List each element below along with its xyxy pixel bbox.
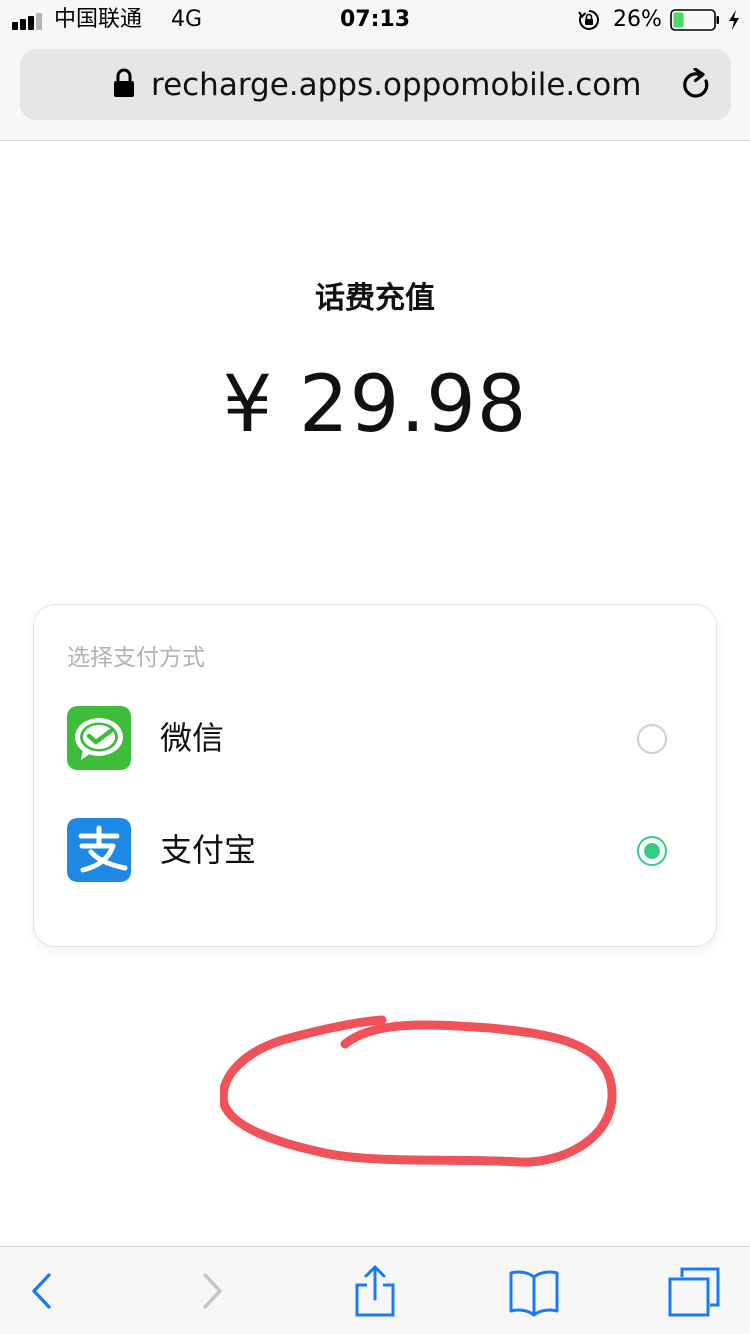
payment-option-wechat[interactable]: 微信 bbox=[34, 706, 718, 786]
alipay-radio-button[interactable] bbox=[637, 836, 667, 866]
payment-method-card: 选择支付方式 微信 支付宝 bbox=[33, 604, 717, 947]
book-icon bbox=[509, 1270, 559, 1317]
payment-option-alipay[interactable]: 支付宝 bbox=[34, 818, 718, 898]
payment-option-label: 支付宝 bbox=[160, 831, 257, 869]
status-bar: 中国联通 4G 07:13 26% bbox=[0, 0, 750, 40]
address-bar[interactable]: recharge.apps.oppomobile.com bbox=[20, 49, 731, 120]
tabs-icon bbox=[668, 1267, 720, 1317]
reload-icon[interactable] bbox=[680, 68, 712, 102]
browser-toolbar bbox=[0, 1246, 750, 1334]
share-icon bbox=[355, 1265, 395, 1317]
red-circle-annotation bbox=[220, 1015, 617, 1167]
payment-option-label: 微信 bbox=[160, 719, 225, 757]
battery-icon bbox=[670, 9, 719, 31]
chevron-right-icon bbox=[203, 1273, 222, 1309]
forward-button[interactable] bbox=[186, 1265, 238, 1317]
payment-method-caption: 选择支付方式 bbox=[67, 645, 205, 671]
wechat-radio-button[interactable] bbox=[637, 724, 667, 754]
wechat-icon bbox=[67, 706, 131, 770]
share-button[interactable] bbox=[349, 1265, 401, 1317]
rotation-lock-icon bbox=[578, 10, 599, 30]
lock-icon bbox=[114, 68, 134, 97]
page-title: 话费充值 bbox=[315, 281, 435, 316]
bookmarks-button[interactable] bbox=[508, 1265, 560, 1317]
browser-header: 中国联通 4G 07:13 26% recharge.apps.oppomobi… bbox=[0, 0, 750, 141]
back-button[interactable] bbox=[16, 1265, 68, 1317]
tabs-button[interactable] bbox=[668, 1265, 720, 1317]
page: 中国联通 4G 07:13 26% recharge.apps.oppomobi… bbox=[0, 0, 750, 1334]
battery-percent: 26% bbox=[613, 7, 662, 32]
alipay-icon bbox=[67, 818, 131, 882]
payment-amount: ¥ 29.98 bbox=[222, 360, 528, 450]
url-text[interactable]: recharge.apps.oppomobile.com bbox=[151, 65, 641, 105]
charging-icon bbox=[729, 10, 739, 30]
chevron-left-icon bbox=[32, 1273, 51, 1309]
